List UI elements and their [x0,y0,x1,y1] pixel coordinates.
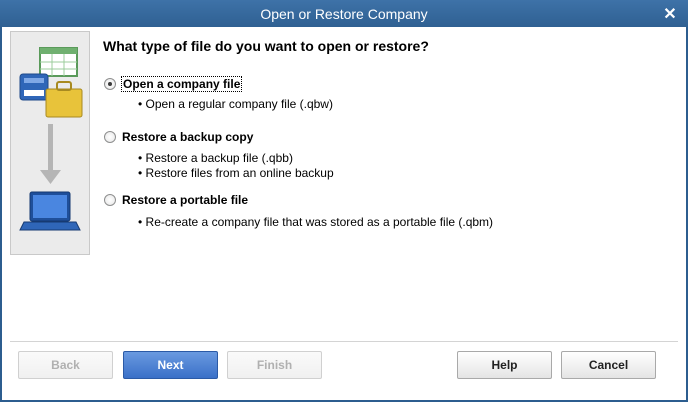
dialog-body: What type of file do you want to open or… [2,27,686,400]
illustration-graphic [19,47,83,231]
laptop-icon [19,191,81,231]
option-description: • Open a regular company file (.qbw) [138,97,333,111]
title-bar[interactable]: Open or Restore Company ✕ [0,0,688,27]
option-label[interactable]: Restore a portable file [121,193,249,207]
back-button[interactable]: Back [18,351,113,379]
radio-open-company-file[interactable] [104,78,116,90]
radio-restore-backup-copy[interactable] [104,131,116,143]
cancel-button[interactable]: Cancel [561,351,656,379]
spreadsheet-icon [39,47,78,77]
dialog-window: Open or Restore Company ✕ What type of f… [0,0,688,402]
window-title: Open or Restore Company [260,6,428,22]
arrow-down-icon [40,124,61,184]
radio-restore-portable-file[interactable] [104,194,116,206]
next-button[interactable]: Next [123,351,218,379]
option-description: • Re-create a company file that was stor… [138,215,494,229]
button-separator [10,341,678,342]
option-description: • Restore a backup file (.qbb) [138,151,293,165]
option-label[interactable]: Restore a backup copy [121,130,254,144]
database-icon [19,73,49,101]
help-button[interactable]: Help [457,351,552,379]
finish-button[interactable]: Finish [227,351,322,379]
briefcase-icon [45,81,83,118]
option-label[interactable]: Open a company file [121,76,243,92]
close-icon[interactable]: ✕ [662,4,678,23]
illustration-panel [10,31,90,255]
question-heading: What type of file do you want to open or… [103,38,429,54]
option-description: • Restore files from an online backup [138,166,334,180]
